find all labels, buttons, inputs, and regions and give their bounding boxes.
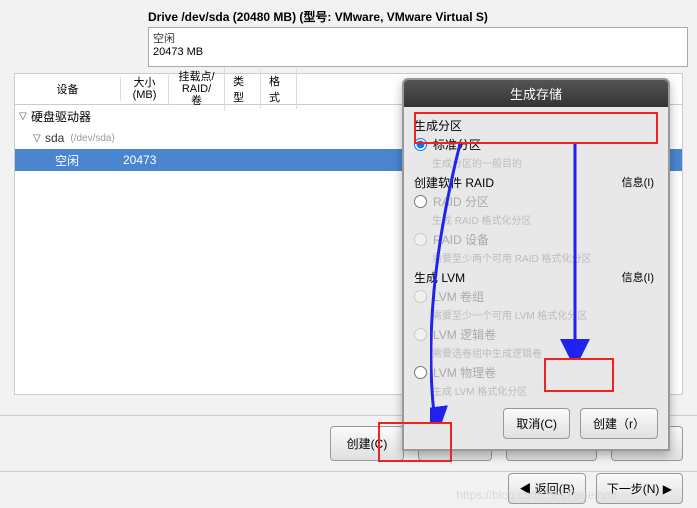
col-mount[interactable]: 挂载点/ RAID/卷 <box>169 67 225 111</box>
lvmvg-hint: 需要至少一个可用 LVM 格式化分区 <box>432 307 658 322</box>
info-link-raid[interactable]: 信息(I) <box>622 174 654 190</box>
drive-free-size: 20473 MB <box>153 46 683 58</box>
raidd-hint: 需要至少两个可用 RAID 格式化分区 <box>432 250 658 265</box>
dialog-cancel-button[interactable]: 取消(C) <box>503 408 570 439</box>
col-device[interactable]: 设备 <box>15 77 121 101</box>
radio-lvmpv-label: LVM 物理卷 <box>433 364 496 381</box>
col-format[interactable]: 格式 <box>261 69 297 109</box>
tree-root-label: 硬盘驱动器 <box>31 108 91 125</box>
tree-free-size: 20473 <box>123 153 173 167</box>
raidp-hint: 生成 RAID 格式化分区 <box>432 212 658 227</box>
section-raid: 创建软件 RAID 信息(I) <box>414 174 658 191</box>
info-link-lvm[interactable]: 信息(I) <box>622 269 654 285</box>
radio-raid-partition[interactable]: RAID 分区 <box>414 193 658 210</box>
tree-sda-label: sda <box>45 131 64 145</box>
section-partition: 生成分区 <box>414 117 658 134</box>
section-lvm-label: 生成 LVM <box>414 271 465 285</box>
radio-lvmvg-input <box>414 290 427 303</box>
drive-visual: 空闲 20473 MB <box>148 27 688 67</box>
radio-raid-device: RAID 设备 <box>414 231 658 248</box>
dialog-title: 生成存储 <box>404 80 668 107</box>
radio-raidd-input <box>414 233 427 246</box>
radio-lvm-vg: LVM 卷组 <box>414 288 658 305</box>
lvmpv-hint: 生成 LVM 格式化分区 <box>432 383 658 398</box>
create-storage-dialog: 生成存储 生成分区 标准分区 生成分区的一般目的 创建软件 RAID 信息(I)… <box>402 78 670 451</box>
section-raid-label: 创建软件 RAID <box>414 176 494 190</box>
drive-title: Drive /dev/sda (20480 MB) (型号: VMware, V… <box>148 8 697 25</box>
radio-lvmpv-input[interactable] <box>414 366 427 379</box>
radio-lvm-pv[interactable]: LVM 物理卷 <box>414 364 658 381</box>
radio-raidd-label: RAID 设备 <box>433 231 489 248</box>
radio-lvm-lv: LVM 逻辑卷 <box>414 326 658 343</box>
dialog-create-button[interactable]: 创建（r） <box>580 408 658 439</box>
tree-sda-path: (/dev/sda) <box>70 133 114 144</box>
radio-standard-partition[interactable]: 标准分区 <box>414 136 658 153</box>
lvmlv-hint: 需要选卷组中生成逻辑卷 <box>432 345 658 360</box>
create-button[interactable]: 创建(C) <box>330 426 405 461</box>
radio-lvmlv-input <box>414 328 427 341</box>
tree-free-label: 空闲 <box>19 152 123 169</box>
radio-lvmvg-label: LVM 卷组 <box>433 288 484 305</box>
expand-icon[interactable]: ▽ <box>19 111 29 122</box>
radio-std-input[interactable] <box>414 138 427 151</box>
expand-icon[interactable]: ▽ <box>33 133 43 144</box>
radio-std-label: 标准分区 <box>433 136 481 153</box>
radio-lvmlv-label: LVM 逻辑卷 <box>433 326 496 343</box>
drive-free-label: 空闲 <box>153 30 683 46</box>
radio-raidp-input[interactable] <box>414 195 427 208</box>
col-type[interactable]: 类型 <box>225 69 261 109</box>
radio-raidp-label: RAID 分区 <box>433 193 489 210</box>
col-size[interactable]: 大小 (MB) <box>121 73 169 105</box>
std-hint: 生成分区的一般目的 <box>432 155 658 170</box>
section-lvm: 生成 LVM 信息(I) <box>414 269 658 286</box>
